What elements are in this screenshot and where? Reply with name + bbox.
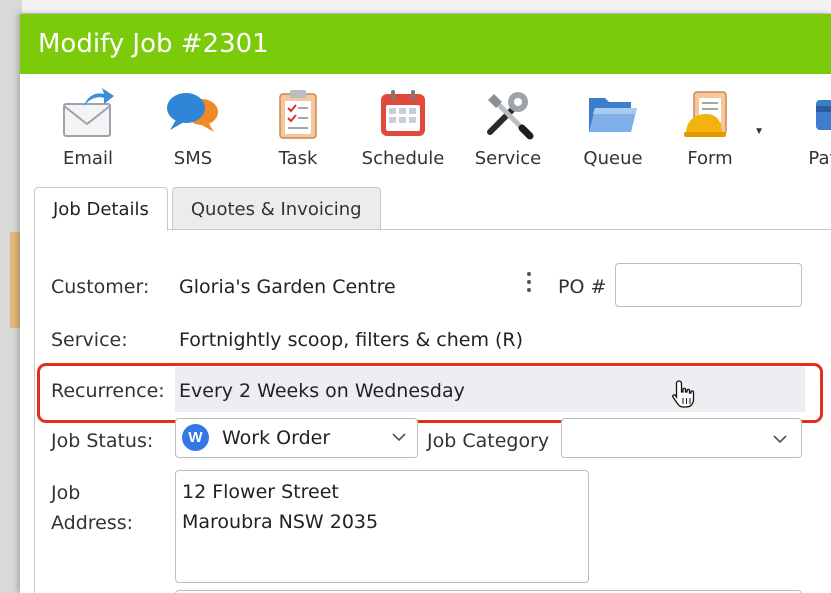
customer-more-icon[interactable] [525, 270, 533, 298]
po-label: PO # [558, 276, 607, 298]
service-button[interactable]: Service [460, 88, 556, 184]
sms-label: SMS [173, 148, 213, 169]
queue-button[interactable]: Queue [565, 88, 661, 184]
service-label: Service: [51, 329, 128, 351]
service-value: Fortnightly scoop, filters & chem (R) [179, 329, 524, 351]
task-button[interactable]: Task [250, 88, 346, 184]
form-label: Form [687, 148, 733, 169]
job-status-label: Job Status: [51, 430, 154, 452]
job-category-select[interactable] [561, 418, 802, 458]
background-app-top [22, 0, 831, 14]
job-status-value: Work Order [222, 427, 331, 449]
dialog-titlebar: Modify Job #2301 [20, 14, 831, 74]
email-label: Email [63, 148, 113, 169]
status-badge: W [182, 424, 209, 451]
payment-icon [816, 100, 831, 130]
schedule-label: Schedule [361, 148, 445, 169]
task-label: Task [278, 148, 318, 169]
job-address-label-line2: Address: [51, 512, 134, 534]
tab-job-details[interactable]: Job Details [34, 187, 168, 231]
job-category-label: Job Category [427, 430, 550, 452]
email-icon [63, 88, 114, 137]
chevron-down-icon [392, 433, 406, 442]
queue-label: Queue [583, 148, 643, 169]
job-address-line2: Maroubra NSW 2035 [182, 511, 379, 533]
po-input[interactable] [615, 263, 802, 307]
payment-label: Payr [808, 148, 831, 169]
queue-icon [589, 98, 637, 132]
background-app-strip [0, 0, 22, 593]
service-label: Service [474, 148, 542, 169]
customer-label: Customer: [51, 276, 150, 298]
job-details-panel: Customer: Gloria's Garden Centre PO # Se… [34, 229, 831, 593]
hand-cursor-icon [672, 380, 695, 408]
modify-job-dialog: Modify Job #2301 Email SMS Task Schedule… [20, 14, 831, 593]
job-category-chevron-down-icon [773, 435, 787, 444]
task-icon [279, 90, 317, 139]
tab-quotes-invoicing[interactable]: Quotes & Invoicing [171, 187, 381, 230]
tab-bar: Job Details Quotes & Invoicing [34, 187, 385, 231]
form-dropdown-caret-icon[interactable]: ▼ [754, 126, 764, 137]
service-icon [487, 92, 534, 140]
job-address-label-line1: Job [51, 482, 81, 504]
recurrence-highlight-annotation [37, 363, 823, 423]
email-button[interactable]: Email [40, 88, 136, 184]
job-status-select[interactable]: W Work Order [175, 418, 418, 458]
form-icon [684, 91, 727, 137]
job-address-line1: 12 Flower Street [182, 481, 339, 503]
dialog-title: Modify Job #2301 [38, 29, 269, 59]
sms-button[interactable]: SMS [145, 88, 241, 184]
payment-button[interactable]: Payr [780, 88, 831, 184]
job-address-textarea[interactable]: 12 Flower Street Maroubra NSW 2035 [175, 470, 589, 583]
form-button[interactable]: ▼ Form [662, 88, 764, 184]
schedule-button[interactable]: Schedule [355, 88, 451, 184]
toolbar: Email SMS Task Schedule Service Queue ▼ … [20, 74, 831, 186]
schedule-icon [381, 90, 425, 136]
customer-value[interactable]: Gloria's Garden Centre [179, 276, 396, 298]
sms-icon [167, 93, 218, 132]
